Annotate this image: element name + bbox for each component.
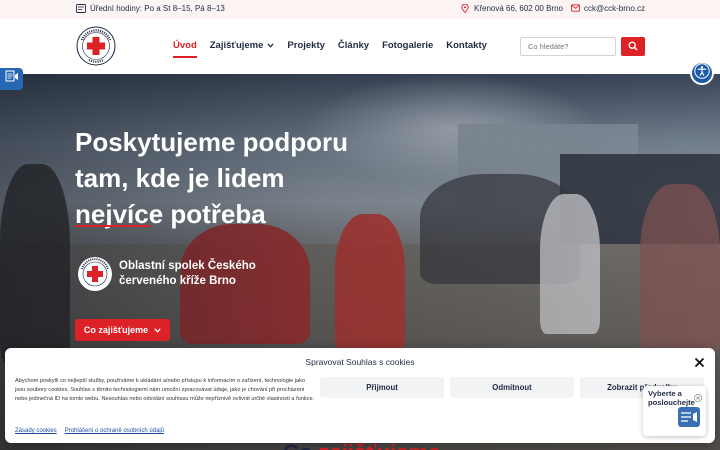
chevron-down-icon (154, 325, 161, 335)
address-text: Křenová 66, 602 00 Brno (474, 4, 563, 13)
cta-label: Co zajišťujeme (83, 325, 149, 335)
search-button[interactable] (621, 37, 645, 56)
address-link[interactable]: Křenová 66, 602 00 Brno (461, 3, 563, 14)
cookie-dialog-title: Spravovat Souhlas s cookies (305, 357, 415, 367)
search-input[interactable] (520, 37, 616, 56)
privacy-statement-link[interactable]: Prohlášení o ochraně osobních údajů (65, 428, 164, 434)
listen-icon (676, 405, 702, 431)
chevron-down-icon (267, 40, 275, 51)
red-cross-logo-small (77, 256, 113, 292)
nav-item-zajistujeme[interactable]: Zajišťujeme (210, 40, 275, 51)
nav-item-fotogalerie[interactable]: Fotogalerie (382, 40, 433, 51)
nav-label: Úvod (173, 40, 197, 51)
email-link[interactable]: cck@cck-brno.cz (571, 4, 645, 13)
what-we-provide-button[interactable]: Co zajišťujeme (75, 319, 170, 341)
nav-label: Články (337, 40, 370, 51)
top-info-bar: Úřední hodiny: Po a St 8–15, Pá 8–13 Kře… (0, 0, 720, 19)
nav-item-clanky[interactable]: Články (338, 40, 369, 51)
read-document-icon (5, 70, 19, 88)
reject-cookies-button[interactable]: Odmítnout (450, 377, 574, 398)
organization-badge: Oblastní spolek Českého červeného kříže … (77, 256, 279, 292)
side-tool-button[interactable] (0, 68, 23, 90)
nav-item-uvod[interactable]: Úvod (173, 40, 197, 58)
accessibility-button[interactable] (690, 61, 714, 85)
cookie-description: Abychom poskytli co nejlepší služby, pou… (15, 378, 315, 402)
hero-divider (75, 225, 151, 227)
close-icon[interactable] (694, 355, 705, 368)
clock-icon (76, 4, 86, 13)
accept-cookies-button[interactable]: Přijmout (320, 377, 444, 398)
hero-title: Poskytujeme podporu tam, kde je lidem ne… (75, 127, 349, 229)
close-icon[interactable] (694, 389, 702, 402)
nav-label: Fotogalerie (382, 40, 434, 51)
cookie-links: Zásady cookies Prohlášení o ochraně osob… (15, 428, 164, 434)
mail-icon (571, 4, 580, 13)
nav-item-projekty[interactable]: Projekty (287, 40, 325, 51)
email-text: cck@cck-brno.cz (583, 4, 645, 13)
map-pin-icon (461, 3, 470, 14)
cookie-consent-dialog: Spravovat Souhlas s cookies Abychom posk… (5, 348, 715, 443)
main-navigation: Úvod Zajišťujeme Projekty Články Fotogal… (173, 40, 487, 58)
nav-label: Zajišťujeme (209, 40, 264, 51)
red-cross-logo[interactable] (76, 26, 116, 66)
nav-item-kontakty[interactable]: Kontakty (446, 40, 487, 51)
nav-label: Projekty (287, 40, 325, 51)
site-header: Úvod Zajišťujeme Projekty Články Fotogal… (0, 19, 720, 74)
office-hours-text: Úřední hodiny: Po a St 8–15, Pá 8–13 (90, 4, 225, 13)
search-icon (628, 38, 638, 56)
cookie-policy-link[interactable]: Zásady cookies (15, 428, 57, 434)
read-aloud-widget[interactable]: Vyberte a poslouchejte (643, 386, 706, 436)
organization-name: Oblastní spolek Českého červeného kříže … (119, 260, 256, 287)
accessibility-icon (694, 62, 710, 84)
nav-label: Kontakty (446, 40, 487, 51)
